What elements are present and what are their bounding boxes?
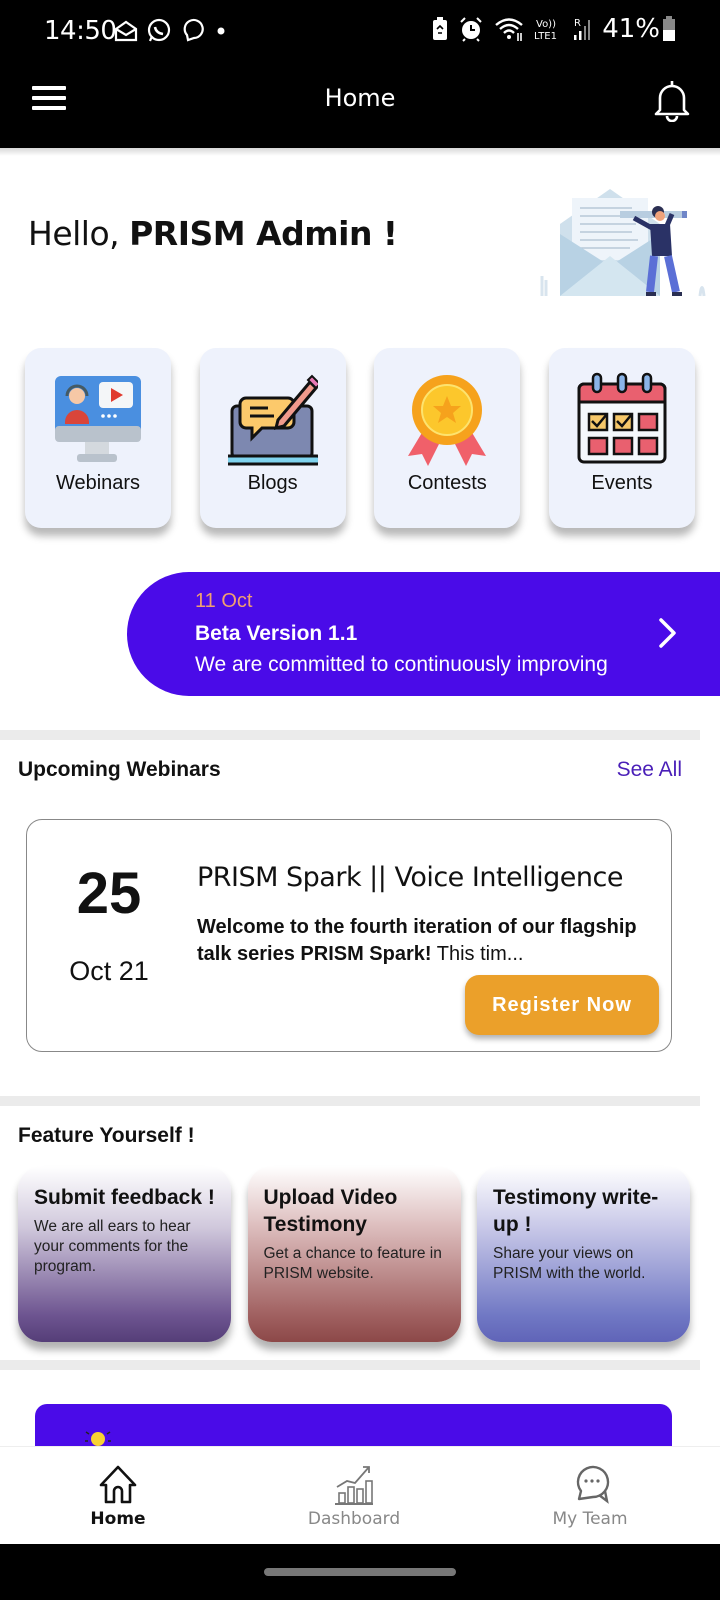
see-all-link[interactable]: See All bbox=[617, 758, 682, 782]
alarm-icon bbox=[460, 17, 482, 42]
mail-icon bbox=[114, 20, 138, 42]
whatsapp-icon bbox=[147, 18, 171, 42]
blog-laptop-icon bbox=[227, 374, 318, 466]
medal-icon bbox=[408, 375, 487, 466]
svg-text:LTE1: LTE1 bbox=[534, 31, 557, 42]
feature-card-description: Get a chance to feature in PRISM website… bbox=[263, 1245, 442, 1282]
announcement-date: 11 Oct bbox=[195, 590, 253, 612]
nav-dashboard[interactable]: Dashboard bbox=[274, 1463, 434, 1529]
volte-lte-icon: Vo))LTE1 bbox=[534, 19, 557, 42]
status-time: 14:50 bbox=[44, 16, 117, 46]
chart-growth-icon bbox=[335, 1466, 373, 1505]
feature-card-title: Submit feedback ! bbox=[34, 1186, 215, 1209]
announcement-body: We are committed to continuously improvi… bbox=[195, 653, 608, 676]
chat-bubbles-icon bbox=[576, 1465, 610, 1504]
bottom-nav: Home Dashboard My Team bbox=[0, 1446, 720, 1544]
bell-icon[interactable] bbox=[652, 78, 692, 122]
announcement-title: Beta Version 1.1 bbox=[195, 622, 358, 645]
upcoming-webinars-title: Upcoming Webinars bbox=[18, 758, 221, 781]
feature-card-description: Share your views on PRISM with the world… bbox=[493, 1245, 646, 1282]
dot-icon bbox=[217, 27, 225, 35]
system-icons: Vo)) LTE1 R 41% bbox=[432, 14, 676, 44]
feature-card-title: Testimony write-up ! bbox=[493, 1186, 659, 1236]
app-bar: Home bbox=[0, 64, 720, 148]
feature-card-description: We are all ears to hear your comments fo… bbox=[34, 1218, 191, 1275]
quick-link-blogs[interactable]: Blogs bbox=[199, 348, 346, 528]
system-nav-bar bbox=[0, 1544, 720, 1600]
feature-card-video-testimony[interactable]: Upload Video Testimony Get a chance to f… bbox=[247, 1166, 461, 1342]
feature-card-title: Upload Video Testimony bbox=[263, 1186, 398, 1236]
status-bar: 14:50 Vo)) LTE1 R 41% bbox=[0, 0, 720, 64]
quick-link-events[interactable]: Events bbox=[548, 348, 695, 528]
feature-card-testimony-writeup[interactable]: Testimony write-up ! Share your views on… bbox=[477, 1166, 690, 1342]
wifi-icon bbox=[495, 18, 523, 41]
quick-link-label: Blogs bbox=[247, 472, 298, 494]
webinar-title: PRISM Spark || Voice Intelligence bbox=[197, 862, 623, 893]
svg-text:Vo)): Vo)) bbox=[536, 19, 556, 30]
webinar-month: Oct 21 bbox=[69, 956, 149, 986]
section-divider bbox=[0, 730, 700, 740]
battery-icon bbox=[663, 16, 675, 41]
section-divider bbox=[0, 1096, 700, 1106]
nav-my-team[interactable]: My Team bbox=[510, 1463, 670, 1529]
webinar-day: 25 bbox=[76, 861, 142, 926]
chevron-right-icon[interactable] bbox=[657, 616, 679, 650]
nav-label: Home bbox=[90, 1509, 146, 1529]
nav-label: My Team bbox=[552, 1509, 628, 1529]
feature-card-feedback[interactable]: Submit feedback ! We are all ears to hea… bbox=[18, 1166, 231, 1342]
calendar-icon bbox=[577, 372, 667, 464]
announcement-banner[interactable]: 11 Oct Beta Version 1.1 We are committed… bbox=[127, 572, 720, 696]
quick-link-webinars[interactable]: Webinars bbox=[25, 348, 171, 528]
quick-link-label: Contests bbox=[407, 472, 487, 494]
webinar-monitor-icon bbox=[55, 376, 141, 462]
quick-link-contests[interactable]: Contests bbox=[374, 348, 521, 528]
quick-links: Webinars Blogs Contests Events bbox=[25, 348, 695, 528]
home-gesture-handle[interactable] bbox=[264, 1568, 456, 1576]
page-title: Home bbox=[324, 84, 396, 112]
quick-link-label: Webinars bbox=[55, 472, 141, 494]
webinar-description: Welcome to the fourth iteration of our f… bbox=[197, 916, 637, 965]
mail-illustration bbox=[540, 189, 706, 297]
app-bar-shadow bbox=[0, 148, 720, 156]
battery-percent: 41% bbox=[602, 14, 660, 44]
home-icon bbox=[99, 1465, 137, 1504]
battery-saver-icon bbox=[433, 17, 448, 40]
chat-bubble-icon bbox=[183, 18, 204, 42]
nav-home[interactable]: Home bbox=[38, 1463, 198, 1529]
quick-link-label: Events bbox=[591, 472, 653, 494]
greeting: Hello, PRISM Admin ! bbox=[28, 214, 398, 253]
svg-text:R: R bbox=[574, 18, 581, 29]
feature-yourself-title: Feature Yourself ! bbox=[18, 1124, 195, 1147]
webinar-card[interactable]: 25 Oct 21 PRISM Spark || Voice Intellige… bbox=[26, 819, 672, 1052]
nav-label: Dashboard bbox=[307, 1509, 401, 1529]
signal-icon: R bbox=[574, 18, 591, 40]
user-name: PRISM Admin ! bbox=[129, 214, 398, 253]
register-now-button[interactable]: Register Now bbox=[465, 975, 659, 1035]
feature-cards: Submit feedback ! We are all ears to hea… bbox=[18, 1166, 690, 1342]
notification-icons bbox=[114, 18, 230, 44]
section-divider bbox=[0, 1360, 700, 1370]
